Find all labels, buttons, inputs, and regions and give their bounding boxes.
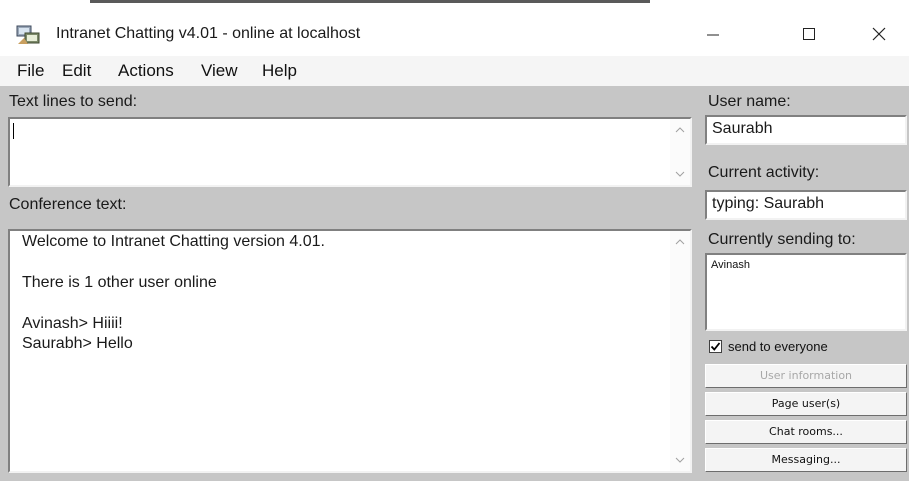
send-to-everyone-label: send to everyone — [728, 339, 828, 354]
current-activity-field: typing: Saurabh — [705, 190, 907, 220]
user-information-button[interactable]: User information — [705, 364, 907, 388]
recipient-list[interactable]: Avinash — [705, 253, 907, 331]
menu-edit[interactable]: Edit — [62, 61, 91, 81]
minimize-icon[interactable] — [690, 14, 736, 54]
conference-scrollbar[interactable] — [670, 231, 690, 471]
send-text-label: Text lines to send: — [9, 93, 138, 110]
conference-text-label: Conference text: — [9, 196, 127, 213]
user-name-label: User name: — [708, 93, 791, 110]
maximize-icon[interactable] — [786, 14, 832, 54]
conference-line: Avinash> Hiiii! — [22, 315, 123, 332]
title-bar: Intranet Chatting v4.01 - online at loca… — [0, 6, 909, 56]
menu-bar: File Edit Actions View Help — [0, 56, 909, 86]
page-users-button[interactable]: Page user(s) — [705, 392, 907, 416]
messaging-button[interactable]: Messaging... — [705, 448, 907, 472]
conference-line: There is 1 other user online — [22, 274, 217, 291]
scroll-down-icon[interactable] — [670, 451, 690, 469]
conference-line: Saurabh> Hello — [22, 335, 133, 352]
menu-view[interactable]: View — [201, 61, 238, 81]
recipient-item[interactable]: Avinash — [711, 259, 905, 271]
window-title: Intranet Chatting v4.01 - online at loca… — [56, 25, 361, 42]
taskbar-edge — [90, 0, 650, 3]
chat-app-icon — [16, 24, 40, 46]
user-name-field[interactable]: Saurabh — [705, 115, 907, 145]
close-icon[interactable] — [856, 14, 902, 54]
menu-help[interactable]: Help — [262, 61, 297, 81]
sending-to-label: Currently sending to: — [708, 231, 856, 248]
conference-line: Welcome to Intranet Chatting version 4.0… — [22, 233, 325, 250]
chat-rooms-button[interactable]: Chat rooms... — [705, 420, 907, 444]
scroll-up-icon[interactable] — [670, 121, 690, 139]
scroll-down-icon[interactable] — [670, 165, 690, 183]
send-to-everyone-checkbox[interactable] — [709, 340, 722, 353]
message-input[interactable] — [8, 117, 692, 187]
menu-file[interactable]: File — [17, 61, 44, 81]
conference-text-area[interactable]: Welcome to Intranet Chatting version 4.0… — [8, 229, 692, 473]
send-to-everyone-toggle[interactable]: send to everyone — [706, 336, 907, 358]
current-activity-label: Current activity: — [708, 164, 820, 181]
text-caret — [13, 123, 14, 139]
client-area: Text lines to send: Conference text: Wel… — [0, 86, 909, 481]
input-scrollbar[interactable] — [670, 119, 690, 185]
menu-actions[interactable]: Actions — [118, 61, 174, 81]
scroll-up-icon[interactable] — [670, 233, 690, 251]
